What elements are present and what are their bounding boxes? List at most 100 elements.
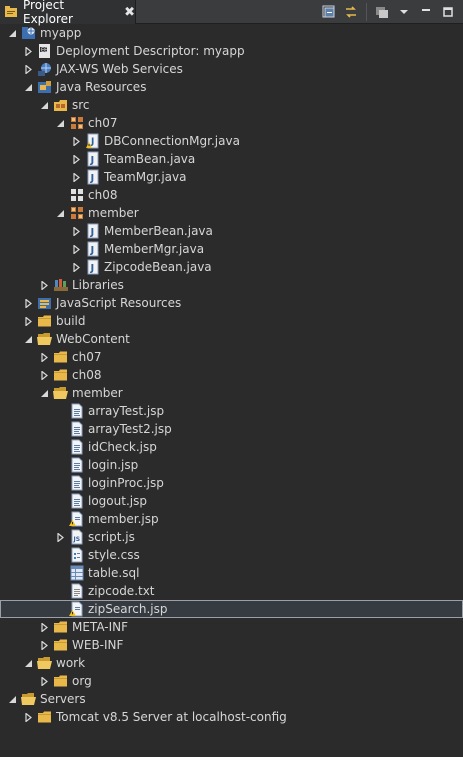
collapsed-arrow-icon[interactable] — [22, 60, 34, 78]
tree-item-label: zipcode.txt — [88, 584, 155, 598]
expanded-arrow-icon[interactable] — [22, 330, 34, 348]
tree-item[interactable]: member — [0, 384, 463, 402]
tree-item[interactable]: zipSearch.jsp — [0, 600, 463, 618]
focus-icon[interactable] — [373, 3, 391, 21]
collapse-all-icon[interactable] — [320, 3, 338, 21]
project-icon — [21, 25, 37, 41]
no-arrow-spacer — [54, 492, 66, 510]
tree-item[interactable]: JS script.js — [0, 528, 463, 546]
close-icon[interactable]: ✖ — [124, 5, 135, 20]
tree-item[interactable]: arrayTest2.jsp — [0, 420, 463, 438]
tree-item-label: member.jsp — [88, 512, 159, 526]
tree-item[interactable]: src — [0, 96, 463, 114]
jsp-file-warning-icon — [69, 511, 85, 527]
java-file-icon: J — [85, 169, 101, 185]
deployment-descriptor-icon: EE — [37, 43, 53, 59]
expanded-arrow-icon[interactable] — [38, 96, 50, 114]
maximize-icon[interactable] — [439, 3, 457, 21]
collapsed-arrow-icon[interactable] — [70, 222, 82, 240]
tree-item[interactable]: login.jsp — [0, 456, 463, 474]
collapsed-arrow-icon[interactable] — [38, 366, 50, 384]
tree-item[interactable]: ch07 — [0, 348, 463, 366]
package-icon — [69, 115, 85, 131]
collapsed-arrow-icon[interactable] — [38, 618, 50, 636]
collapsed-arrow-icon[interactable] — [38, 276, 50, 294]
java-file-icon: J — [85, 151, 101, 167]
collapsed-arrow-icon[interactable] — [70, 168, 82, 186]
link-with-editor-icon[interactable] — [342, 3, 360, 21]
tree-item-label: work — [56, 656, 86, 670]
tree-item-label: JavaScript Resources — [56, 296, 182, 310]
tree-item[interactable]: ch08 — [0, 366, 463, 384]
tree-item[interactable]: logout.jsp — [0, 492, 463, 510]
tree-item[interactable]: J MemberMgr.java — [0, 240, 463, 258]
collapsed-arrow-icon[interactable] — [38, 348, 50, 366]
jsp-file-warning-icon — [69, 601, 85, 617]
tree-item[interactable]: arrayTest.jsp — [0, 402, 463, 420]
collapsed-arrow-icon[interactable] — [54, 528, 66, 546]
collapsed-arrow-icon[interactable] — [70, 258, 82, 276]
tree-item[interactable]: J ZipcodeBean.java — [0, 258, 463, 276]
collapsed-arrow-icon[interactable] — [22, 312, 34, 330]
collapsed-arrow-icon[interactable] — [22, 42, 34, 60]
collapsed-arrow-icon[interactable] — [70, 150, 82, 168]
java-file-icon: J — [85, 241, 101, 257]
folder-icon — [53, 619, 69, 635]
tree-item[interactable]: META-INF — [0, 618, 463, 636]
tree-item[interactable]: Servers — [0, 690, 463, 708]
tree-item[interactable]: zipcode.txt — [0, 582, 463, 600]
collapsed-arrow-icon[interactable] — [38, 636, 50, 654]
sql-file-icon — [69, 565, 85, 581]
expanded-arrow-icon[interactable] — [6, 690, 18, 708]
collapsed-arrow-icon[interactable] — [70, 132, 82, 150]
tree-item[interactable]: WebContent — [0, 330, 463, 348]
tree-item[interactable]: ch07 — [0, 114, 463, 132]
tree-item[interactable]: work — [0, 654, 463, 672]
tree-item-label: MemberMgr.java — [104, 242, 205, 256]
expanded-arrow-icon[interactable] — [38, 384, 50, 402]
tree-item[interactable]: idCheck.jsp — [0, 438, 463, 456]
tree-item[interactable]: J TeamBean.java — [0, 150, 463, 168]
tree-item[interactable]: build — [0, 312, 463, 330]
tree-item-label: member — [72, 386, 123, 400]
expanded-arrow-icon[interactable] — [54, 204, 66, 222]
tree-item[interactable]: J DBConnectionMgr.java — [0, 132, 463, 150]
tree-item[interactable]: WEB-INF — [0, 636, 463, 654]
tree-item[interactable]: style.css — [0, 546, 463, 564]
tree-item[interactable]: EE Deployment Descriptor: myapp — [0, 42, 463, 60]
collapsed-arrow-icon[interactable] — [22, 708, 34, 726]
expanded-arrow-icon[interactable] — [22, 654, 34, 672]
view-menu-icon[interactable] — [395, 3, 413, 21]
tree-item[interactable]: ch08 — [0, 186, 463, 204]
tree-item[interactable]: Libraries — [0, 276, 463, 294]
javascript-resources-icon — [37, 295, 53, 311]
collapsed-arrow-icon[interactable] — [70, 240, 82, 258]
tree-item[interactable]: member — [0, 204, 463, 222]
tree-item[interactable]: org — [0, 672, 463, 690]
project-explorer-icon — [4, 5, 18, 19]
tree-item[interactable]: JAX-WS Web Services — [0, 60, 463, 78]
tree-item[interactable]: J TeamMgr.java — [0, 168, 463, 186]
tree-item[interactable]: loginProc.jsp — [0, 474, 463, 492]
folder-icon — [37, 313, 53, 329]
expanded-arrow-icon[interactable] — [54, 114, 66, 132]
expanded-arrow-icon[interactable] — [6, 24, 18, 42]
collapsed-arrow-icon[interactable] — [22, 294, 34, 312]
empty-package-icon — [69, 187, 85, 203]
tree-item[interactable]: member.jsp — [0, 510, 463, 528]
tree-item[interactable]: Tomcat v8.5 Server at localhost-config — [0, 708, 463, 726]
tree-item[interactable]: myapp — [0, 24, 463, 42]
tree-item[interactable]: table.sql — [0, 564, 463, 582]
tree-item-label: myapp — [40, 26, 82, 40]
expanded-arrow-icon[interactable] — [22, 78, 34, 96]
jsp-file-icon — [69, 439, 85, 455]
folder-icon — [37, 709, 53, 725]
tree-item-label: ch08 — [88, 188, 118, 202]
tree-item[interactable]: JavaScript Resources — [0, 294, 463, 312]
tree-item[interactable]: Java Resources — [0, 78, 463, 96]
tree-item[interactable]: J MemberBean.java — [0, 222, 463, 240]
minimize-icon[interactable] — [417, 3, 435, 21]
tab-project-explorer[interactable]: Project Explorer ✖ — [0, 0, 136, 26]
collapsed-arrow-icon[interactable] — [38, 672, 50, 690]
tree-item-label: member — [88, 206, 139, 220]
